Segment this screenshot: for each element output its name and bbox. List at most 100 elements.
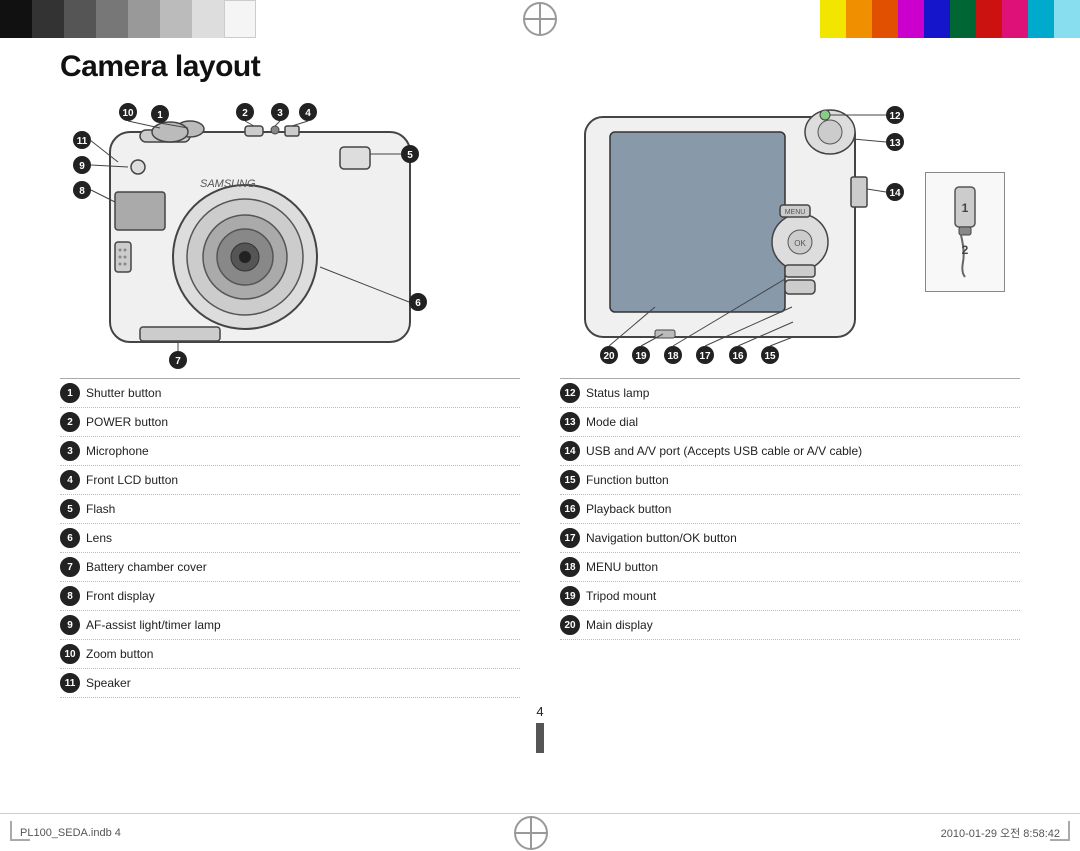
legend-num: 20 — [560, 615, 580, 635]
svg-text:11: 11 — [77, 136, 88, 147]
legend-item: 4 Front LCD button — [60, 466, 520, 495]
legend-item: 19 Tripod mount — [560, 582, 1020, 611]
svg-text:8: 8 — [79, 186, 85, 197]
front-camera-svg: SAMSUNG 11 1 — [60, 102, 460, 372]
legend-item: 8 Front display — [60, 582, 520, 611]
legend-num: 3 — [60, 441, 80, 461]
legend-num: 11 — [60, 673, 80, 693]
legend-num: 15 — [560, 470, 580, 490]
legend-label: Microphone — [86, 444, 149, 458]
svg-text:14: 14 — [889, 188, 901, 199]
legend-label: Main display — [586, 618, 653, 632]
back-legend-col: 12 Status lamp 13 Mode dial 14 USB and A… — [560, 378, 1020, 698]
legend-num: 1 — [60, 383, 80, 403]
bottom-bar: PL100_SEDA.indb 4 2010-01-29 오전 8:58:42 — [0, 813, 1080, 851]
svg-text:17: 17 — [699, 351, 711, 362]
legend-label: MENU button — [586, 560, 658, 574]
legend-num: 10 — [60, 644, 80, 664]
legend-num: 4 — [60, 470, 80, 490]
legend-item: 16 Playback button — [560, 495, 1020, 524]
legend-label: Lens — [86, 531, 112, 545]
legend-label: Shutter button — [86, 386, 161, 400]
legend-num: 6 — [60, 528, 80, 548]
file-info: PL100_SEDA.indb 4 — [20, 827, 121, 839]
legend-label: Zoom button — [86, 647, 153, 661]
svg-text:2: 2 — [962, 243, 969, 257]
svg-text:7: 7 — [175, 356, 181, 367]
legend-label: AF-assist light/timer lamp — [86, 618, 221, 632]
registration-mark-top — [523, 2, 557, 36]
legend-num: 18 — [560, 557, 580, 577]
legend-num: 19 — [560, 586, 580, 606]
legend-item: 20 Main display — [560, 611, 1020, 640]
page-number-bar — [536, 723, 544, 753]
cameras-row: SAMSUNG 11 1 — [60, 102, 1020, 362]
registration-mark-bottom — [514, 816, 548, 850]
svg-text:9: 9 — [79, 161, 85, 172]
legend-area: 1 Shutter button 2 POWER button 3 Microp… — [60, 378, 1020, 698]
legend-item: 18 MENU button — [560, 553, 1020, 582]
legend-label: USB and A/V port (Accepts USB cable or A… — [586, 444, 862, 458]
front-camera-diagram: SAMSUNG 11 1 — [60, 102, 525, 362]
svg-text:16: 16 — [732, 351, 744, 362]
svg-text:6: 6 — [415, 298, 421, 309]
legend-item: 5 Flash — [60, 495, 520, 524]
svg-text:1: 1 — [962, 201, 969, 215]
svg-text:13: 13 — [889, 138, 901, 149]
back-camera-diagram: OK DISP MENU 12 13 — [555, 102, 1020, 362]
svg-text:19: 19 — [635, 351, 647, 362]
svg-text:12: 12 — [889, 111, 901, 122]
legend-num: 14 — [560, 441, 580, 461]
svg-text:3: 3 — [277, 108, 283, 119]
svg-text:18: 18 — [667, 351, 679, 362]
legend-item: 9 AF-assist light/timer lamp — [60, 611, 520, 640]
legend-label: Battery chamber cover — [86, 560, 207, 574]
svg-text:2: 2 — [242, 108, 248, 119]
strap-detail: 1 2 — [925, 172, 1005, 292]
legend-item: 14 USB and A/V port (Accepts USB cable o… — [560, 437, 1020, 466]
legend-item: 12 Status lamp — [560, 379, 1020, 408]
svg-text:4: 4 — [305, 108, 311, 119]
legend-num: 16 — [560, 499, 580, 519]
legend-item: 1 Shutter button — [60, 379, 520, 408]
legend-label: Status lamp — [586, 386, 649, 400]
legend-num: 5 — [60, 499, 80, 519]
legend-label: Flash — [86, 502, 115, 516]
svg-text:1: 1 — [157, 110, 163, 121]
legend-num: 8 — [60, 586, 80, 606]
legend-label: Playback button — [586, 502, 671, 516]
legend-item: 15 Function button — [560, 466, 1020, 495]
legend-item: 17 Navigation button/OK button — [560, 524, 1020, 553]
svg-text:15: 15 — [764, 351, 776, 362]
legend-label: Navigation button/OK button — [586, 531, 737, 545]
svg-text:MENU: MENU — [785, 209, 806, 216]
legend-item: 11 Speaker — [60, 669, 520, 698]
legend-item: 3 Microphone — [60, 437, 520, 466]
legend-label: Mode dial — [586, 415, 638, 429]
front-legend-col: 1 Shutter button 2 POWER button 3 Microp… — [60, 378, 520, 698]
legend-label: Tripod mount — [586, 589, 656, 603]
page-number: 4 — [60, 704, 1020, 719]
legend-item: 6 Lens — [60, 524, 520, 553]
page-title: Camera layout — [60, 50, 1020, 84]
legend-label: Front display — [86, 589, 155, 603]
legend-label: POWER button — [86, 415, 168, 429]
legend-item: 7 Battery chamber cover — [60, 553, 520, 582]
top-color-bar — [0, 0, 1080, 38]
legend-num: 9 — [60, 615, 80, 635]
legend-label: Speaker — [86, 676, 131, 690]
svg-text:20: 20 — [603, 351, 615, 362]
legend-item: 10 Zoom button — [60, 640, 520, 669]
legend-num: 7 — [60, 557, 80, 577]
back-camera-svg: OK DISP MENU 12 13 — [555, 97, 915, 367]
legend-item: 2 POWER button — [60, 408, 520, 437]
page-content: Camera layout — [60, 50, 1020, 801]
legend-label: Front LCD button — [86, 473, 178, 487]
date-info: 2010-01-29 오전 8:58:42 — [941, 825, 1060, 841]
svg-text:5: 5 — [407, 150, 413, 161]
legend-item: 13 Mode dial — [560, 408, 1020, 437]
legend-num: 13 — [560, 412, 580, 432]
svg-text:OK: OK — [794, 239, 806, 248]
legend-label: Function button — [586, 473, 669, 487]
legend-num: 2 — [60, 412, 80, 432]
